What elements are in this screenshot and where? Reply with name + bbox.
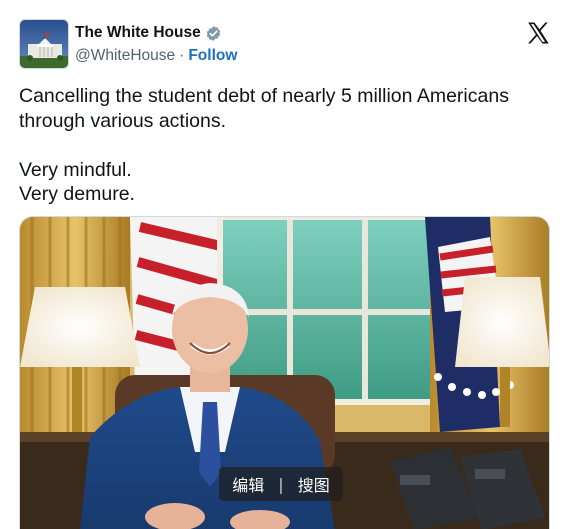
tweet-body: Cancelling the student debt of nearly 5 …: [19, 84, 549, 207]
follow-link[interactable]: Follow: [188, 47, 237, 65]
account-display-name[interactable]: The White House: [75, 24, 201, 42]
handle-separator: ·: [179, 47, 185, 64]
edit-image-button[interactable]: 编辑: [232, 472, 264, 496]
verified-badge-icon: [205, 25, 222, 42]
tweet-header: The White House @WhiteHouse · Follow: [19, 19, 550, 71]
toolbar-separator: |: [278, 474, 284, 494]
tweet-text-line: Very demure.: [19, 183, 135, 205]
tweet-text-line: through various actions.: [19, 109, 227, 132]
tweet-text-line: Very mindful.: [19, 158, 132, 181]
search-image-button[interactable]: 搜图: [298, 472, 330, 496]
tweet-embed-card: The White House @WhiteHouse · Follow Can…: [0, 0, 568, 529]
account-handle[interactable]: @WhiteHouse: [75, 47, 175, 65]
image-overlay-toolbar: 编辑 | 搜图: [219, 467, 343, 501]
tweet-text-line: Cancelling the student debt of nearly 5 …: [19, 85, 509, 107]
x-logo-icon[interactable]: [526, 21, 550, 45]
account-avatar[interactable]: [19, 19, 69, 69]
account-names: The White House @WhiteHouse · Follow: [75, 22, 237, 67]
